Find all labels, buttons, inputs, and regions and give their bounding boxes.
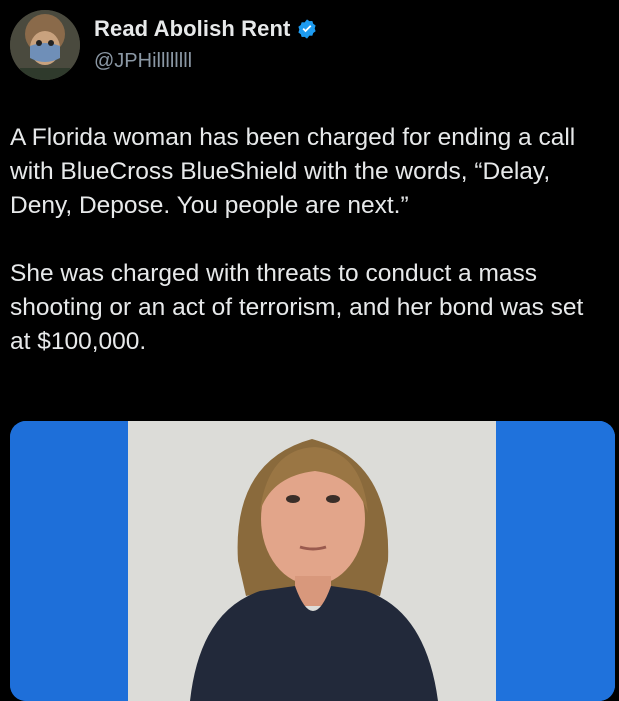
verified-badge-icon	[296, 18, 318, 40]
author-handle[interactable]: @JPHillllllll	[94, 50, 192, 73]
author-avatar[interactable]	[10, 10, 80, 80]
avatar-photo	[10, 10, 80, 80]
mugshot-photo	[10, 421, 615, 701]
tweet-text: A Florida woman has been charged for end…	[10, 124, 584, 355]
author-display-name[interactable]: Read Abolish Rent	[94, 16, 290, 42]
tweet-header: Read Abolish Rent @JPHillllllll	[10, 10, 610, 82]
author-name-row: Read Abolish Rent	[94, 16, 318, 42]
tweet-media-photo[interactable]	[10, 421, 615, 701]
